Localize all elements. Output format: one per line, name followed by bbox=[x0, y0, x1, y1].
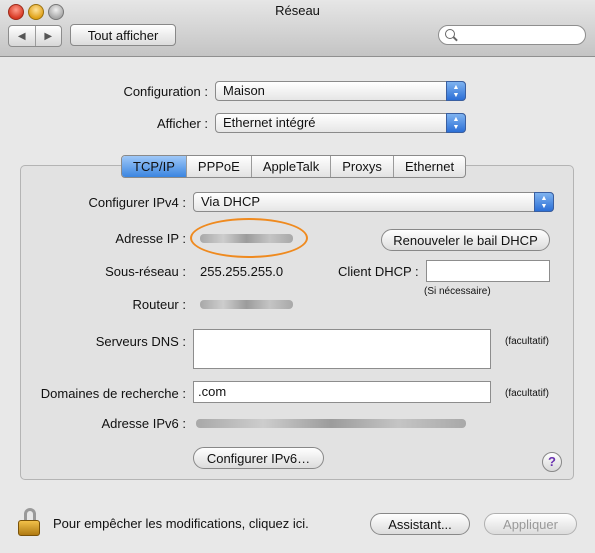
network-preferences-window: Réseau ◀ ▶ Tout afficher Configuration :… bbox=[0, 0, 595, 553]
sous-reseau-value: 255.255.255.0 bbox=[200, 264, 284, 279]
search-icon bbox=[445, 29, 455, 39]
search-field[interactable] bbox=[438, 25, 586, 45]
domaines-label: Domaines de recherche : bbox=[40, 386, 186, 401]
assistant-button[interactable]: Assistant... bbox=[370, 513, 470, 535]
afficher-label: Afficher : bbox=[156, 116, 208, 131]
popup-arrows-icon: ▲ ▼ bbox=[446, 113, 466, 133]
highlight-ellipse bbox=[190, 218, 308, 258]
back-forward-control: ◀ ▶ bbox=[8, 25, 62, 47]
configurer-ipv4-popup[interactable]: Via DHCP ▲ ▼ bbox=[193, 192, 554, 212]
apply-button[interactable]: Appliquer bbox=[484, 513, 577, 535]
serveurs-dns-label: Serveurs DNS : bbox=[95, 334, 186, 349]
client-dhcp-hint: (Si nécessaire) bbox=[424, 286, 491, 297]
tab-tcpip[interactable]: TCP/IP bbox=[122, 156, 186, 177]
show-all-button[interactable]: Tout afficher bbox=[70, 24, 176, 46]
lock-icon[interactable] bbox=[18, 508, 44, 536]
window-title: Réseau bbox=[275, 3, 320, 18]
search-domains-field[interactable]: .com bbox=[193, 381, 491, 403]
afficher-value: Ethernet intégré bbox=[223, 115, 316, 130]
popup-arrows-icon: ▲ ▼ bbox=[534, 192, 554, 212]
configuration-popup[interactable]: Maison ▲ ▼ bbox=[215, 81, 466, 101]
forward-arrow-icon[interactable]: ▶ bbox=[34, 26, 62, 46]
configuration-value: Maison bbox=[223, 83, 265, 98]
tcpip-panel bbox=[20, 165, 574, 480]
configure-ipv6-button[interactable]: Configurer IPv6… bbox=[193, 447, 324, 469]
popup-arrows-icon: ▲ ▼ bbox=[446, 81, 466, 101]
renew-dhcp-lease-button[interactable]: Renouveler le bail DHCP bbox=[381, 229, 550, 251]
routeur-label: Routeur : bbox=[132, 297, 186, 312]
dns-servers-field[interactable] bbox=[193, 329, 491, 369]
configurer-ipv4-value: Via DHCP bbox=[201, 194, 261, 209]
router-redacted bbox=[200, 300, 293, 309]
back-arrow-icon[interactable]: ◀ bbox=[9, 26, 35, 46]
help-icon[interactable]: ? bbox=[542, 452, 562, 472]
tab-ethernet[interactable]: Ethernet bbox=[392, 156, 465, 177]
adresse-ipv6-label: Adresse IPv6 : bbox=[101, 416, 186, 431]
lock-message: Pour empêcher les modifications, cliquez… bbox=[53, 516, 309, 531]
tab-pppoe[interactable]: PPPoE bbox=[185, 156, 251, 177]
ipv6-address-redacted bbox=[196, 419, 466, 428]
adresse-ip-label: Adresse IP : bbox=[115, 231, 186, 246]
configuration-label: Configuration : bbox=[123, 84, 208, 99]
tab-appletalk[interactable]: AppleTalk bbox=[250, 156, 330, 177]
tab-proxys[interactable]: Proxys bbox=[330, 156, 393, 177]
configurer-ipv4-label: Configurer IPv4 : bbox=[88, 195, 186, 210]
title-bar: Réseau ◀ ▶ Tout afficher bbox=[0, 0, 595, 57]
tab-bar: TCP/IP PPPoE AppleTalk Proxys Ethernet bbox=[121, 155, 467, 178]
sous-reseau-label: Sous-réseau : bbox=[105, 264, 186, 279]
facultatif-domaines: (facultatif) bbox=[505, 388, 549, 399]
afficher-popup[interactable]: Ethernet intégré ▲ ▼ bbox=[215, 113, 466, 133]
client-dhcp-label: Client DHCP : bbox=[338, 264, 419, 279]
facultatif-dns: (facultatif) bbox=[505, 336, 549, 347]
client-dhcp-field[interactable] bbox=[426, 260, 550, 282]
